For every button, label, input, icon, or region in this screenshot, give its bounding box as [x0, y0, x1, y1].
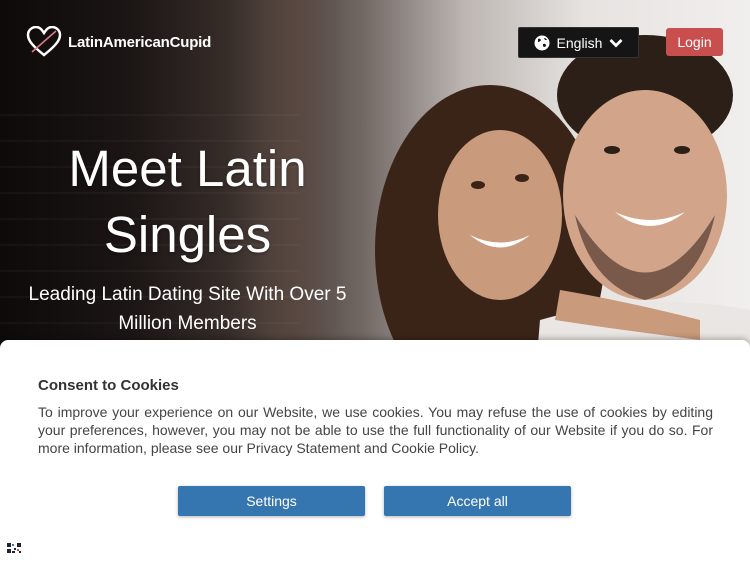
cookie-consent-dialog: Consent to Cookies To improve your exper…: [0, 340, 750, 563]
hero-headline: Meet Latin Singles: [0, 136, 375, 268]
cookie-consent-text: To improve your experience on our Websit…: [38, 404, 713, 456]
chevron-down-icon: [609, 38, 623, 47]
logo-text: LatinAmericanCupid: [68, 33, 212, 51]
hero-headline-line1: Meet Latin: [68, 140, 307, 197]
cookie-settings-button[interactable]: Settings: [178, 486, 365, 516]
cookie-consent-title: Consent to Cookies: [38, 377, 179, 394]
heart-logo-icon: [26, 26, 62, 57]
globe-icon: [534, 35, 550, 50]
hero-subheadline: Leading Latin Dating Site With Over 5 Mi…: [10, 280, 365, 338]
qr-code-icon[interactable]: [6, 542, 22, 554]
language-label: English: [556, 34, 603, 51]
logo[interactable]: LatinAmericanCupid: [26, 26, 211, 58]
hero-subheadline-line2: Million Members: [118, 313, 257, 334]
cookie-accept-all-button[interactable]: Accept all: [384, 486, 571, 516]
login-button[interactable]: Login: [666, 28, 723, 56]
language-selector[interactable]: English: [518, 27, 639, 58]
hero-headline-line2: Singles: [103, 206, 272, 263]
hero-subheadline-line1: Leading Latin Dating Site With Over 5: [28, 284, 347, 305]
